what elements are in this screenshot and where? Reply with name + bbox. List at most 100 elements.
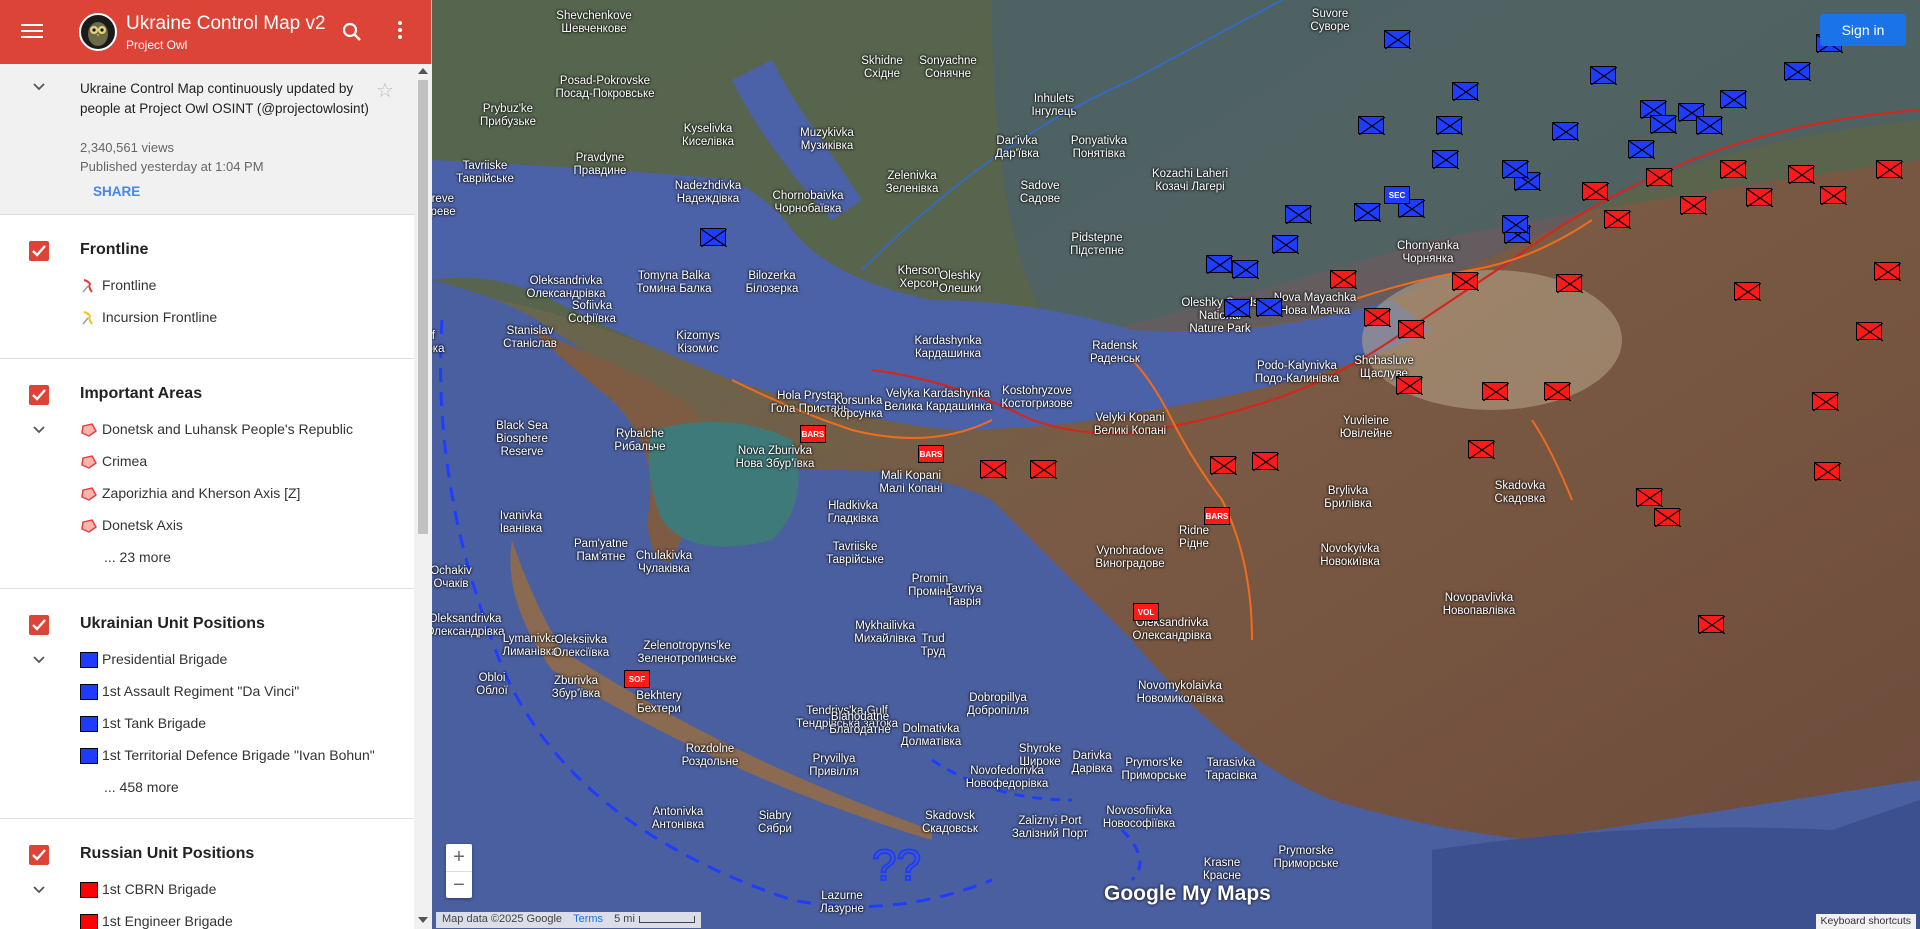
place-label: Zaliznyi Port Залізний Порт (1011, 815, 1089, 840)
russian-unit-marker[interactable] (1468, 440, 1495, 459)
ukrainian-unit-marker[interactable] (1590, 66, 1617, 85)
russian-unit-marker[interactable] (1398, 320, 1425, 339)
russian-unit-marker[interactable] (1812, 392, 1839, 411)
map-canvas[interactable]: ?? SuvoreСувореShevchenkoveШевченковеKam… (432, 0, 1920, 929)
layer-checkbox[interactable] (29, 241, 49, 261)
more-items-link[interactable]: ... 23 more (0, 541, 414, 573)
russian-unit-marker[interactable] (1814, 462, 1841, 481)
ukrainian-unit-marker[interactable] (700, 228, 727, 247)
star-icon[interactable]: ☆ (376, 78, 394, 103)
place-label: Skadovsk Скадовськ (922, 810, 978, 835)
ukrainian-unit-marker[interactable] (1354, 203, 1381, 222)
list-item[interactable]: 1st CBRN Brigade (0, 873, 414, 905)
ukrainian-unit-marker[interactable] (1436, 116, 1463, 135)
zoom-in-button[interactable]: + (446, 844, 472, 871)
keyboard-shortcuts-link[interactable]: Keyboard shortcuts (1815, 914, 1916, 929)
layer-checkbox[interactable] (29, 615, 49, 635)
chevron-down-icon[interactable] (32, 883, 46, 897)
russian-unit-marker[interactable] (1680, 196, 1707, 215)
more-items-link[interactable]: ... 458 more (0, 771, 414, 803)
zoom-out-button[interactable]: − (446, 871, 472, 898)
list-item[interactable]: 1st Tank Brigade (0, 707, 414, 739)
russian-unit-marker[interactable] (1636, 488, 1663, 507)
layer-important-areas: Important Areas Donetsk and Luhansk Peop… (0, 359, 414, 589)
ukrainian-unit-marker[interactable] (1502, 215, 1529, 234)
list-item[interactable]: Zaporizhia and Kherson Axis [Z] (0, 477, 414, 509)
list-item[interactable]: 1st Assault Regiment "Da Vinci" (0, 675, 414, 707)
place-label: Dobropillya Добропілля (966, 692, 1030, 717)
chevron-down-icon[interactable] (32, 653, 46, 667)
russian-unit-marker[interactable] (1364, 308, 1391, 327)
ukrainian-unit-marker[interactable] (1358, 116, 1385, 135)
russian-unit-marker[interactable] (1746, 188, 1773, 207)
russian-unit-marker[interactable] (1582, 182, 1609, 201)
ukrainian-unit-marker[interactable] (1224, 299, 1251, 318)
list-item[interactable]: Crimea (0, 445, 414, 477)
list-item[interactable]: 1st Territorial Defence Brigade "Ivan Bo… (0, 739, 414, 771)
russian-unit-marker[interactable]: BARS (918, 445, 944, 463)
russian-unit-marker[interactable]: BARS (800, 425, 826, 443)
ukrainian-unit-marker[interactable] (1452, 82, 1479, 101)
russian-unit-marker[interactable] (1604, 210, 1631, 229)
russian-unit-marker[interactable] (1698, 615, 1725, 634)
russian-unit-marker[interactable]: SOF (624, 670, 650, 688)
russian-unit-marker[interactable] (1788, 165, 1815, 184)
ukrainian-unit-marker[interactable] (1256, 298, 1283, 317)
russian-unit-marker[interactable] (1654, 508, 1681, 527)
russian-unit-marker[interactable] (1482, 382, 1509, 401)
russian-unit-marker[interactable] (1544, 382, 1571, 401)
ukrainian-unit-marker[interactable] (1272, 235, 1299, 254)
list-item[interactable]: Donetsk and Luhansk People's Republic (0, 413, 414, 445)
ukrainian-unit-marker[interactable] (1232, 260, 1259, 279)
russian-unit-marker[interactable] (1030, 460, 1057, 479)
russian-unit-marker[interactable] (1396, 376, 1423, 395)
russian-unit-marker[interactable] (980, 460, 1007, 479)
russian-unit-marker[interactable] (1734, 282, 1761, 301)
sidebar-content[interactable]: Ukraine Control Map continuously updated… (0, 64, 414, 929)
place-label: Kardashynka Кардашинка (914, 335, 982, 360)
russian-unit-marker[interactable] (1252, 452, 1279, 471)
sidebar-scrollbar[interactable] (414, 64, 432, 929)
ukrainian-unit-marker[interactable] (1206, 255, 1233, 274)
chevron-down-icon[interactable] (32, 423, 46, 437)
russian-unit-marker[interactable]: VOL (1133, 603, 1159, 621)
russian-unit-marker[interactable] (1556, 274, 1583, 293)
list-item[interactable]: Frontline (0, 269, 414, 301)
terms-link[interactable]: Terms (573, 913, 603, 925)
russian-unit-marker[interactable] (1874, 262, 1901, 281)
ukrainian-unit-marker[interactable] (1502, 160, 1529, 179)
russian-unit-marker[interactable] (1720, 160, 1747, 179)
layer-checkbox[interactable] (29, 385, 49, 405)
list-item[interactable]: 1st Engineer Brigade (0, 905, 414, 929)
layer-checkbox[interactable] (29, 845, 49, 865)
ukrainian-unit-marker[interactable] (1650, 115, 1677, 134)
ukrainian-unit-marker[interactable] (1628, 140, 1655, 159)
ukrainian-unit-marker[interactable] (1720, 90, 1747, 109)
ukrainian-unit-marker[interactable] (1552, 122, 1579, 141)
ukrainian-unit-marker[interactable] (1696, 116, 1723, 135)
ukrainian-unit-marker[interactable] (1784, 62, 1811, 81)
russian-unit-marker[interactable]: BARS (1204, 507, 1230, 525)
share-button[interactable]: SHARE (93, 184, 140, 199)
russian-unit-marker[interactable] (1210, 456, 1237, 475)
russian-unit-marker[interactable] (1646, 168, 1673, 187)
ukrainian-unit-marker[interactable] (1384, 30, 1411, 49)
ukrainian-unit-marker[interactable] (1285, 205, 1312, 224)
russian-unit-marker[interactable] (1452, 272, 1479, 291)
chevron-down-icon[interactable] (32, 80, 46, 94)
russian-unit-marker[interactable] (1876, 160, 1903, 179)
list-item[interactable]: Incursion Frontline (0, 301, 414, 333)
search-icon[interactable] (340, 20, 364, 44)
ukrainian-unit-icon (80, 652, 98, 668)
list-item[interactable]: Donetsk Axis (0, 509, 414, 541)
list-item[interactable]: Presidential Brigade (0, 643, 414, 675)
sign-in-button[interactable]: Sign in (1820, 14, 1906, 46)
russian-unit-marker[interactable] (1856, 322, 1883, 341)
menu-icon[interactable] (19, 20, 45, 44)
russian-unit-marker[interactable] (1820, 186, 1847, 205)
map-author[interactable]: Project Owl (126, 38, 187, 52)
russian-unit-marker[interactable] (1330, 270, 1357, 289)
ukrainian-unit-marker[interactable] (1432, 150, 1459, 169)
more-options-icon[interactable] (390, 18, 410, 46)
ukrainian-unit-marker[interactable]: SEC (1384, 186, 1410, 204)
